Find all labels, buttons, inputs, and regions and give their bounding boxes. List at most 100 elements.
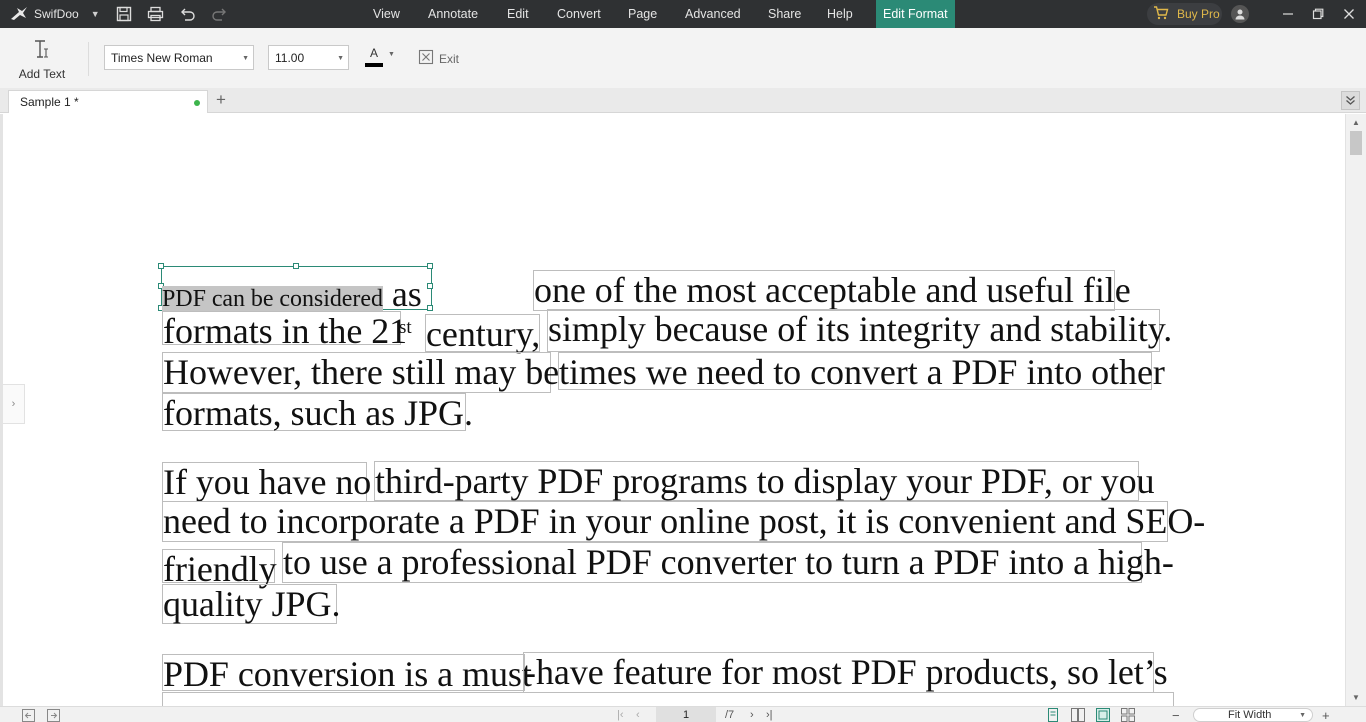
vertical-scrollbar[interactable]: ▲ ▼	[1345, 114, 1366, 706]
text-block[interactable]: formats in the 21	[162, 311, 407, 350]
text-block-content: third-party PDF programs to display your…	[375, 461, 1155, 501]
exit-icon	[418, 49, 434, 68]
exit-edit-button[interactable]: Exit	[418, 49, 459, 68]
zoom-out-icon[interactable]: −	[1172, 708, 1180, 722]
menu-help[interactable]: Help	[827, 0, 853, 28]
superscript-content: st	[399, 317, 412, 338]
menu-advanced[interactable]: Advanced	[685, 0, 741, 28]
maximize-icon[interactable]	[1303, 0, 1333, 28]
previous-view-icon[interactable]	[22, 708, 35, 722]
exit-label: Exit	[439, 51, 460, 66]
single-page-view-icon[interactable]	[1046, 708, 1060, 722]
superscript-text[interactable]: st	[399, 309, 412, 347]
text-block[interactable]: formats, such as JPG.	[162, 393, 473, 432]
tab-sample-1[interactable]: Sample 1 *	[8, 90, 208, 113]
menu-edit[interactable]: Edit	[507, 0, 529, 28]
print-icon[interactable]	[147, 0, 164, 28]
text-block[interactable]: However, there still may be	[162, 352, 559, 393]
text-block[interactable]: third-party PDF programs to display your…	[374, 461, 1155, 501]
scroll-up-icon[interactable]: ▲	[1352, 118, 1360, 127]
collapse-toolbar-icon[interactable]	[1341, 91, 1360, 110]
status-bar: |‹ ‹ 1 /7 › ›| − Fit Width ▼ +	[0, 706, 1366, 722]
text-block[interactable]: PDF conversion is a must	[162, 654, 532, 693]
text-block[interactable]: If you have no	[162, 462, 371, 502]
next-page-icon[interactable]: ›	[750, 708, 754, 722]
user-avatar-icon[interactable]	[1231, 5, 1249, 23]
title-bar: SwifDoo ▼ View Annotate Edit Convert Pag…	[0, 0, 1366, 28]
minimize-icon[interactable]	[1273, 0, 1303, 28]
previous-page-icon[interactable]: ‹	[636, 708, 640, 722]
text-block-content: times we need to convert a PDF into othe…	[559, 352, 1165, 392]
thumbnail-view-icon[interactable]	[1121, 708, 1135, 722]
text-block-content: century,	[426, 314, 541, 354]
menu-page[interactable]: Page	[628, 0, 657, 28]
add-text-button[interactable]: Add Text	[14, 38, 70, 81]
text-block[interactable]: quality JPG.	[162, 584, 341, 624]
cart-icon	[1153, 5, 1169, 23]
new-tab-button[interactable]: +	[216, 90, 226, 110]
text-block-content: However, there still may be	[163, 352, 560, 392]
font-color-swatch	[365, 63, 383, 67]
scroll-down-icon[interactable]: ▼	[1352, 693, 1360, 702]
font-color-picker[interactable]: A ▼	[365, 46, 395, 70]
chevron-down-icon: ▼	[388, 51, 395, 58]
font-size-select[interactable]: 11.00 ▼	[268, 45, 349, 70]
save-icon[interactable]	[116, 0, 132, 28]
undo-icon[interactable]	[179, 0, 196, 28]
menu-edit-format[interactable]: Edit Format	[876, 0, 955, 28]
text-block[interactable]: times we need to convert a PDF into othe…	[558, 352, 1165, 391]
chevron-down-icon: ▼	[337, 55, 344, 62]
last-page-icon[interactable]: ›|	[766, 708, 773, 722]
expand-sidebar-icon[interactable]: ›	[3, 384, 25, 424]
menu-convert[interactable]: Convert	[557, 0, 601, 28]
menu-view[interactable]: View	[373, 0, 400, 28]
text-block[interactable]: one of the most acceptable and useful fi…	[533, 270, 1131, 311]
resize-handle[interactable]	[427, 283, 433, 289]
app-menu[interactable]: SwifDoo ▼	[10, 0, 100, 28]
resize-handle[interactable]	[158, 263, 164, 269]
font-size-value: 11.00	[275, 50, 305, 65]
scroll-thumb[interactable]	[1350, 131, 1362, 155]
chevron-down-icon[interactable]: ▼	[91, 9, 100, 19]
text-block-content: to use a professional PDF converter to t…	[283, 542, 1174, 582]
close-icon[interactable]	[1334, 0, 1364, 28]
redo-icon[interactable]	[211, 0, 228, 28]
first-page-icon[interactable]: |‹	[617, 708, 624, 722]
add-text-icon	[31, 40, 53, 63]
text-block[interactable]: need to incorporate a PDF in your online…	[162, 501, 1205, 542]
text-block-content: quality JPG.	[163, 584, 341, 624]
menu-share[interactable]: Share	[768, 0, 801, 28]
text-block[interactable]	[162, 692, 1174, 706]
text-block-content: one of the most acceptable and useful fi…	[534, 270, 1131, 310]
text-block[interactable]: to use a professional PDF converter to t…	[282, 542, 1174, 583]
text-block[interactable]: as	[392, 274, 422, 314]
zoom-select[interactable]: Fit Width ▼	[1193, 708, 1313, 722]
text-block[interactable]: simply because of its integrity and stab…	[547, 309, 1172, 352]
text-block-content: PDF conversion is a must	[163, 654, 532, 694]
continuous-view-icon[interactable]	[1096, 708, 1110, 722]
unsaved-indicator	[194, 100, 200, 106]
text-block[interactable]: century,	[425, 314, 541, 354]
resize-handle[interactable]	[427, 305, 433, 311]
text-block[interactable]: -have feature for most PDF products, so …	[523, 652, 1168, 693]
font-family-value: Times New Roman	[111, 50, 213, 65]
resize-handle[interactable]	[427, 263, 433, 269]
resize-handle[interactable]	[293, 263, 299, 269]
font-family-select[interactable]: Times New Roman ▼	[104, 45, 254, 70]
document-canvas[interactable]: › PDF can be considered as one of the mo…	[0, 114, 1345, 706]
buy-pro-button[interactable]: Buy Pro	[1147, 3, 1222, 25]
text-block-content: need to incorporate a PDF in your online…	[163, 501, 1206, 541]
two-page-view-icon[interactable]	[1071, 708, 1085, 722]
menu-annotate[interactable]: Annotate	[428, 0, 478, 28]
selected-text[interactable]: PDF can be considered	[162, 286, 383, 312]
text-block-content: formats, such as JPG.	[163, 393, 473, 433]
app-name: SwifDoo	[34, 7, 79, 21]
text-block-content: -have feature for most PDF products, so …	[524, 652, 1168, 692]
font-color-icon: A	[370, 46, 379, 60]
page-number-input[interactable]: 1	[656, 707, 716, 722]
next-view-icon[interactable]	[47, 708, 60, 722]
text-block[interactable]: friendly	[162, 549, 277, 588]
zoom-in-icon[interactable]: +	[1322, 708, 1330, 722]
text-block-content: friendly	[163, 549, 277, 589]
document-tab-bar: Sample 1 * +	[0, 88, 1366, 113]
